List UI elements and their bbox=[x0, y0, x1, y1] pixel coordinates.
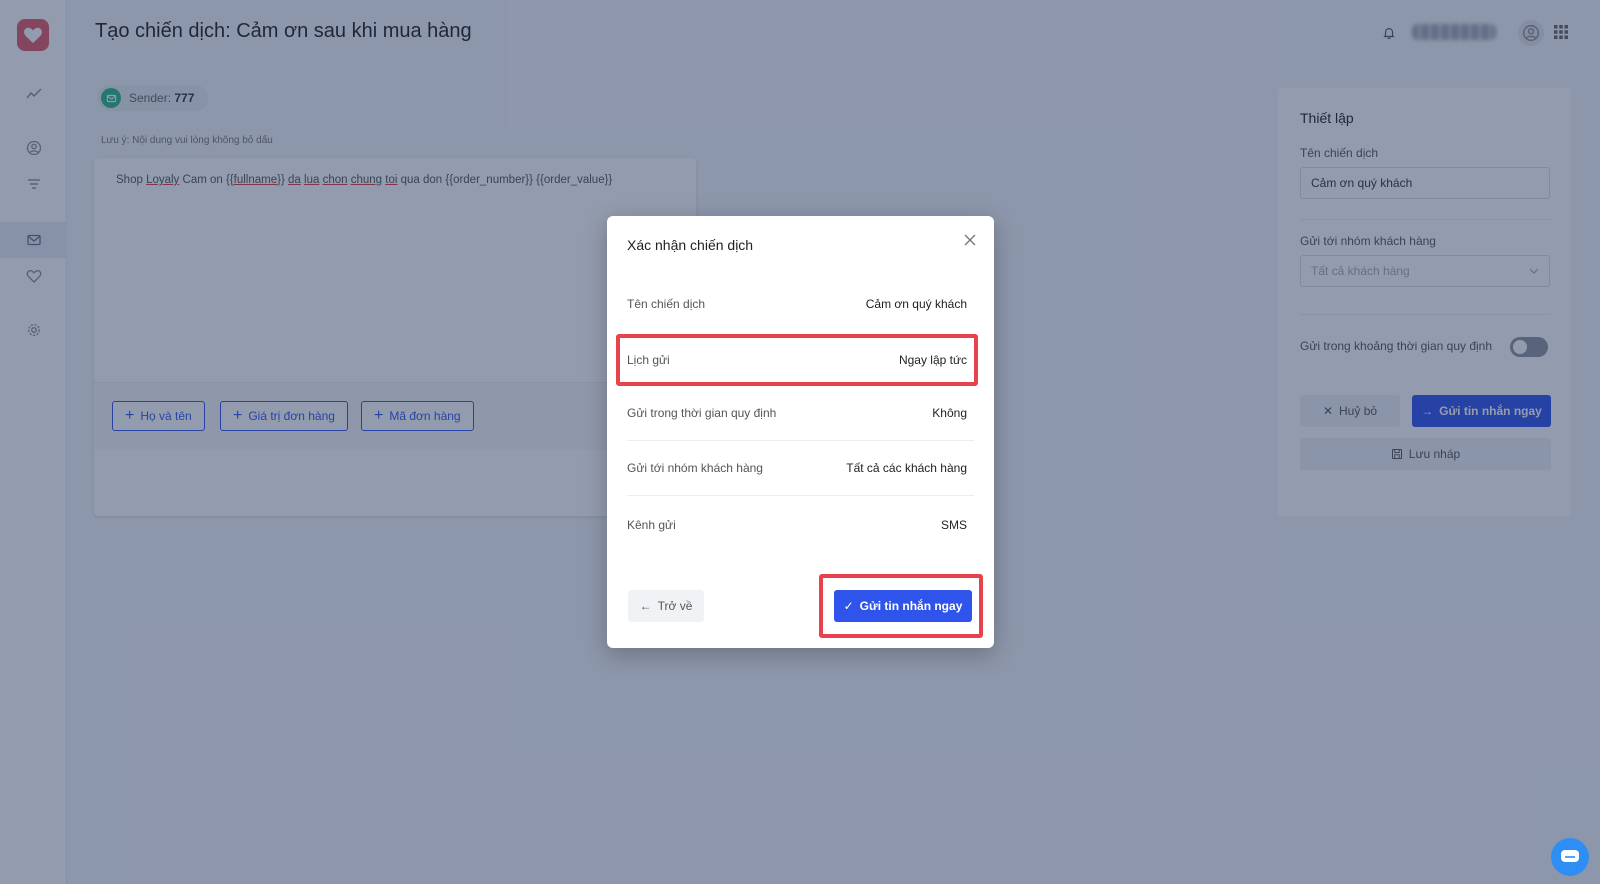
chat-icon bbox=[1561, 850, 1579, 862]
summary-row-timeframe: Gửi trong thời gian quy định Không bbox=[627, 386, 974, 441]
confirm-send-label: Gửi tin nhắn ngay bbox=[859, 599, 963, 613]
back-label: Trở về bbox=[657, 599, 693, 613]
arrow-left-icon: ← bbox=[639, 599, 652, 613]
summary-row-channel: Kênh gửi SMS bbox=[627, 497, 974, 552]
row-key: Gửi trong thời gian quy định bbox=[627, 406, 777, 420]
check-icon: ✓ bbox=[843, 599, 854, 613]
back-button[interactable]: ← Trở về bbox=[628, 590, 704, 622]
summary-row-customer-group: Gửi tới nhóm khách hàng Tất cả các khách … bbox=[627, 441, 974, 496]
row-key: Gửi tới nhóm khách hàng bbox=[627, 461, 763, 475]
close-icon bbox=[964, 234, 976, 246]
confirm-send-button[interactable]: ✓ Gửi tin nhắn ngay bbox=[834, 590, 972, 622]
highlight-box-schedule bbox=[616, 334, 978, 386]
row-value: SMS bbox=[940, 517, 967, 532]
summary-row-campaign-name: Tên chiến dịch Cảm ơn quý khách bbox=[627, 276, 974, 331]
row-value: Cảm ơn quý khách bbox=[865, 296, 967, 311]
chat-button[interactable] bbox=[1551, 838, 1589, 876]
row-key: Tên chiến dịch bbox=[627, 296, 706, 311]
row-value: Không bbox=[932, 406, 967, 420]
modal-close-button[interactable] bbox=[964, 233, 978, 247]
modal-title: Xác nhận chiến dịch bbox=[627, 237, 754, 253]
confirm-campaign-modal: Xác nhận chiến dịch Tên chiến dịch Cảm ơn… bbox=[607, 216, 994, 648]
row-value: Tất cả các khách hàng bbox=[846, 461, 967, 475]
row-key: Kênh gửi bbox=[627, 517, 676, 532]
